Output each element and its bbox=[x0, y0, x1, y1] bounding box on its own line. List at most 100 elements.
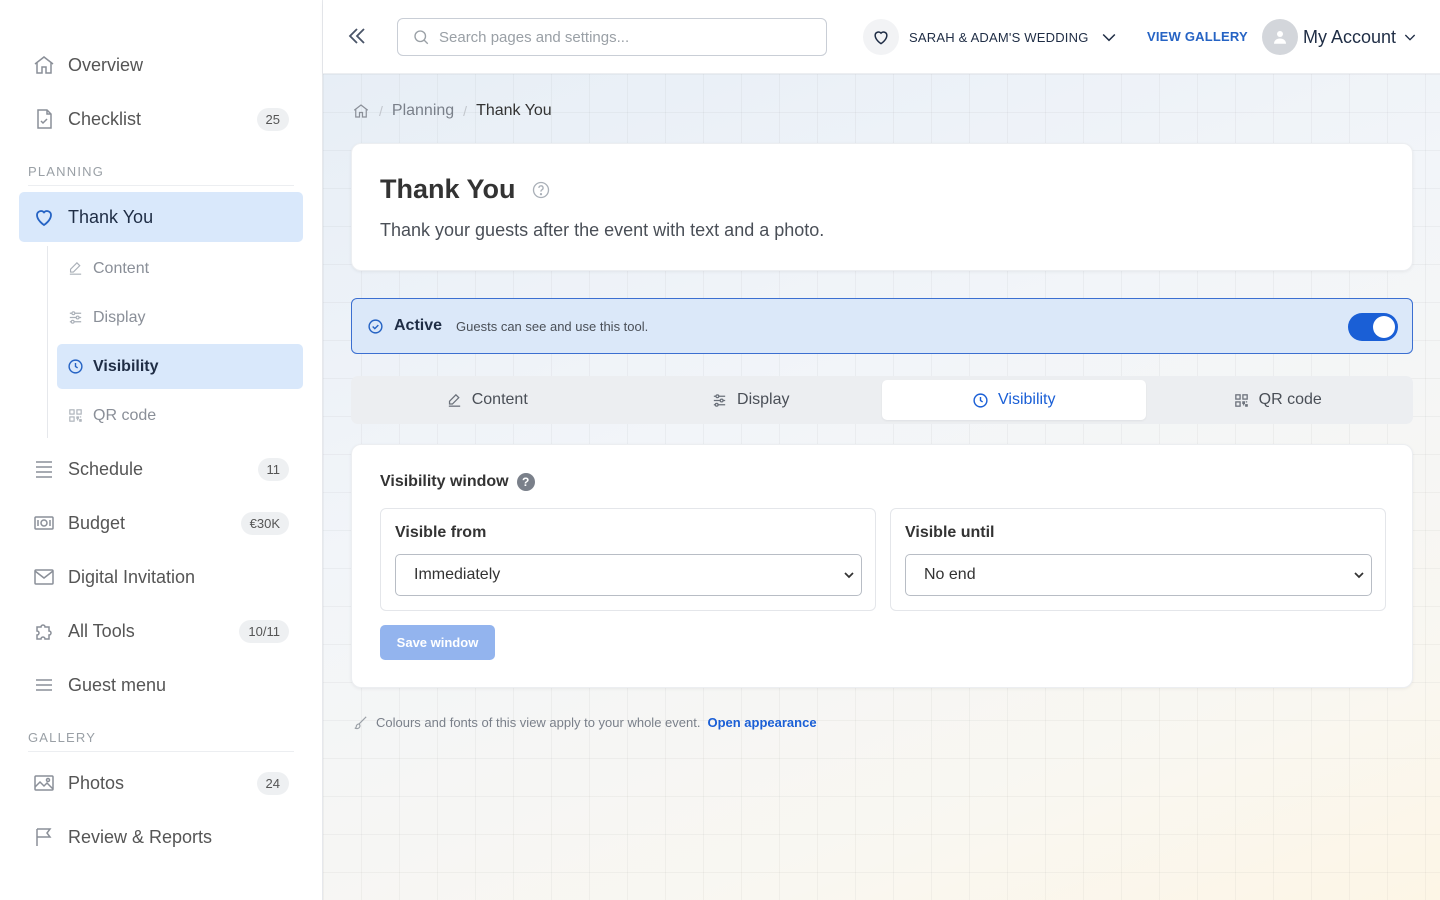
visible-from-select[interactable]: Immediately bbox=[395, 554, 862, 596]
mail-icon bbox=[32, 565, 56, 589]
count-badge: 25 bbox=[256, 107, 289, 131]
heart-icon bbox=[32, 205, 56, 229]
check-circle-icon bbox=[367, 318, 384, 335]
appearance-note: Colours and fonts of this view apply to … bbox=[352, 714, 817, 731]
image-icon bbox=[32, 771, 56, 795]
account-label: My Account bbox=[1303, 26, 1397, 47]
sidebar-item-thank-you[interactable]: Thank You bbox=[19, 192, 303, 242]
page-title-row: Thank You bbox=[380, 174, 551, 205]
select-value: Immediately bbox=[414, 566, 501, 583]
sidebar-item-budget[interactable]: Budget €30K bbox=[19, 498, 303, 548]
sidebar-item-label: Review & Reports bbox=[68, 826, 213, 847]
note-text: Colours and fonts of this view apply to … bbox=[376, 715, 701, 730]
visibility-heading: Visibility window ? bbox=[380, 473, 535, 491]
visibility-window-card: Visibility window ? Visible from Immedia… bbox=[351, 444, 1413, 688]
amount-badge: €30K bbox=[240, 511, 289, 535]
visible-until-select[interactable]: No end bbox=[905, 554, 1372, 596]
money-icon bbox=[32, 511, 56, 535]
breadcrumb-parent[interactable]: Planning bbox=[392, 102, 454, 120]
tab-label: Content bbox=[471, 391, 528, 408]
breadcrumb-current: Thank You bbox=[476, 102, 552, 119]
open-appearance-link[interactable]: Open appearance bbox=[707, 715, 816, 730]
sidebar-item-label: Schedule bbox=[68, 458, 144, 479]
sidebar-item-label: Photos bbox=[68, 772, 125, 793]
topbar: SARAH & ADAM'S WEDDING VIEW GALLERY My A… bbox=[323, 0, 1440, 74]
sub-item-visibility[interactable]: Visibility bbox=[57, 344, 303, 389]
sidebar: Overview Checklist 25 PLANNING Thank You… bbox=[0, 0, 323, 900]
sub-item-label: QR code bbox=[93, 406, 157, 424]
main-content: / Planning / Thank You Thank You Thank y… bbox=[323, 74, 1440, 900]
sidebar-item-label: Digital Invitation bbox=[68, 566, 196, 587]
tab-qr-code[interactable]: QR code bbox=[1146, 380, 1410, 420]
section-label-planning: PLANNING bbox=[28, 164, 294, 186]
qr-icon bbox=[1233, 392, 1250, 409]
sidebar-item-label: Budget bbox=[68, 512, 126, 533]
help-icon[interactable]: ? bbox=[516, 473, 535, 491]
menu-icon bbox=[32, 673, 56, 697]
account-menu[interactable]: My Account bbox=[1262, 18, 1418, 56]
sub-item-label: Display bbox=[93, 308, 146, 326]
checklist-icon bbox=[32, 107, 56, 131]
sliders-icon bbox=[711, 392, 728, 409]
sidebar-item-all-tools[interactable]: All Tools 10/11 bbox=[19, 606, 303, 656]
avatar bbox=[1262, 19, 1298, 55]
sidebar-item-label: Thank You bbox=[68, 206, 154, 227]
puzzle-icon bbox=[32, 619, 56, 643]
edit-icon bbox=[446, 392, 463, 409]
sidebar-item-overview[interactable]: Overview bbox=[19, 40, 303, 90]
search-input[interactable] bbox=[439, 28, 799, 46]
flag-icon bbox=[32, 825, 56, 849]
field-label: Visible until bbox=[905, 524, 995, 541]
select-value: No end bbox=[924, 566, 976, 583]
active-toggle[interactable] bbox=[1348, 313, 1398, 341]
sidebar-item-schedule[interactable]: Schedule 11 bbox=[19, 444, 303, 494]
collapse-sidebar-icon[interactable] bbox=[345, 24, 369, 48]
field-label: Visible from bbox=[395, 524, 487, 541]
home-icon bbox=[32, 53, 56, 77]
page-header-card: Thank You Thank your guests after the ev… bbox=[351, 143, 1413, 271]
sub-item-label: Visibility bbox=[93, 357, 159, 375]
save-window-button[interactable]: Save window bbox=[380, 625, 495, 660]
clock-icon bbox=[67, 358, 84, 375]
sub-item-label: Content bbox=[93, 259, 150, 277]
sidebar-item-label: Checklist bbox=[68, 108, 142, 129]
sub-item-qr-code[interactable]: QR code bbox=[57, 393, 303, 438]
edit-icon bbox=[67, 260, 84, 277]
tab-visibility[interactable]: Visibility bbox=[882, 380, 1146, 420]
help-circle-icon[interactable] bbox=[531, 180, 551, 200]
sidebar-item-review-reports[interactable]: Review & Reports bbox=[19, 812, 303, 862]
tab-label: Visibility bbox=[998, 391, 1056, 408]
sidebar-item-digital-invitation[interactable]: Digital Invitation bbox=[19, 552, 303, 602]
sliders-icon bbox=[67, 309, 84, 326]
event-switcher[interactable]: SARAH & ADAM'S WEDDING bbox=[863, 18, 1119, 56]
count-badge: 24 bbox=[256, 771, 289, 795]
status-label: Active bbox=[394, 317, 443, 334]
sidebar-item-label: Guest menu bbox=[68, 674, 167, 695]
tab-label: Display bbox=[737, 391, 790, 408]
breadcrumb-separator: / bbox=[463, 103, 468, 119]
home-icon[interactable] bbox=[352, 102, 370, 120]
sidebar-item-photos[interactable]: Photos 24 bbox=[19, 758, 303, 808]
sub-item-display[interactable]: Display bbox=[57, 295, 303, 340]
view-gallery-link[interactable]: VIEW GALLERY bbox=[1147, 29, 1248, 44]
section-label-gallery: GALLERY bbox=[28, 730, 294, 752]
chevron-down-icon bbox=[1402, 29, 1418, 45]
sub-item-content[interactable]: Content bbox=[57, 246, 303, 291]
brush-icon bbox=[352, 714, 369, 731]
sub-nav: Content Display Visibility QR code bbox=[47, 246, 322, 438]
sidebar-item-guest-menu[interactable]: Guest menu bbox=[19, 660, 303, 710]
tab-content[interactable]: Content bbox=[355, 380, 619, 420]
count-badge: 10/11 bbox=[239, 619, 289, 643]
tool-tabs: Content Display Visibility QR code bbox=[351, 376, 1413, 424]
visible-until-field: Visible until No end bbox=[890, 508, 1386, 611]
chevron-down-icon bbox=[1351, 567, 1367, 583]
sidebar-item-checklist[interactable]: Checklist 25 bbox=[19, 94, 303, 144]
tab-display[interactable]: Display bbox=[619, 380, 883, 420]
sidebar-item-label: All Tools bbox=[68, 620, 135, 641]
page-title: Thank You bbox=[380, 174, 516, 204]
search-box[interactable] bbox=[397, 18, 827, 56]
breadcrumb: / Planning / Thank You bbox=[352, 102, 552, 120]
chevron-down-icon bbox=[841, 567, 857, 583]
search-icon bbox=[412, 28, 430, 46]
toggle-knob bbox=[1373, 316, 1395, 338]
